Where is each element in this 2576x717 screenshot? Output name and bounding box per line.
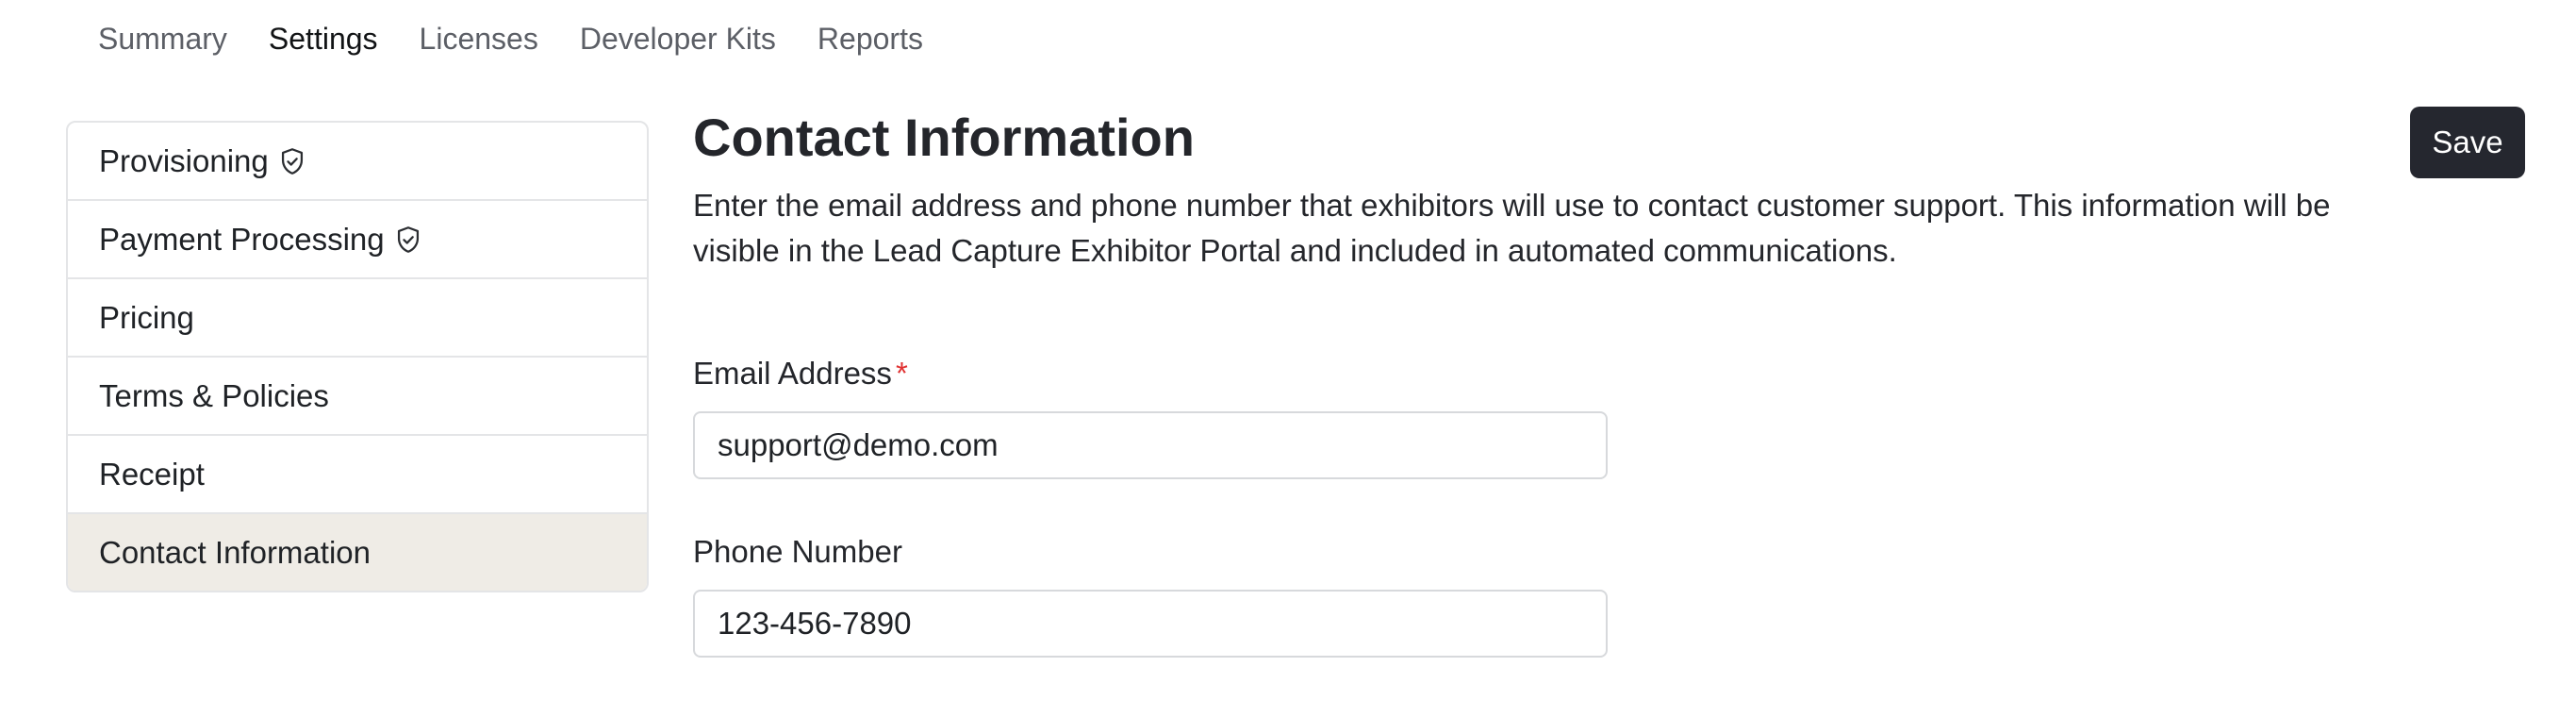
phone-label: Phone Number	[693, 534, 902, 569]
save-button[interactable]: Save	[2410, 107, 2525, 178]
email-label: Email Address *	[693, 355, 1608, 392]
tab-reports[interactable]: Reports	[797, 15, 944, 62]
sidebar-item-provisioning[interactable]: Provisioning	[68, 123, 647, 201]
contact-information-panel: Contact Information Enter the email addr…	[693, 104, 2353, 274]
tab-developer-kits[interactable]: Developer Kits	[559, 15, 797, 62]
tab-settings[interactable]: Settings	[248, 15, 399, 62]
shield-check-icon	[276, 145, 308, 177]
required-marker: *	[895, 356, 908, 391]
sidebar-item-payment-processing[interactable]: Payment Processing	[68, 201, 647, 279]
page-description: Enter the email address and phone number…	[693, 188, 2331, 268]
sidebar-item-label: Payment Processing	[99, 221, 385, 257]
sidebar-item-label: Contact Information	[99, 534, 371, 570]
tab-licenses[interactable]: Licenses	[399, 15, 559, 62]
email-label-text: Email Address	[693, 356, 892, 391]
tab-summary[interactable]: Summary	[77, 15, 248, 62]
phone-field[interactable]	[693, 590, 1608, 658]
email-field[interactable]	[693, 411, 1608, 479]
sidebar-item-pricing[interactable]: Pricing	[68, 279, 647, 358]
sidebar-item-terms-policies[interactable]: Terms & Policies	[68, 358, 647, 436]
top-tab-bar: Summary Settings Licenses Developer Kits…	[77, 15, 944, 62]
page-title: Contact Information	[693, 108, 1195, 167]
shield-check-icon	[392, 224, 424, 256]
email-field-group: Email Address *	[693, 355, 1608, 479]
sidebar-item-label: Pricing	[99, 299, 194, 335]
sidebar-item-receipt[interactable]: Receipt	[68, 436, 647, 514]
phone-field-group: Phone Number	[693, 533, 1608, 658]
sidebar-item-label: Terms & Policies	[99, 377, 329, 413]
sidebar-item-label: Receipt	[99, 456, 205, 492]
sidebar-item-contact-information[interactable]: Contact Information	[68, 514, 647, 591]
sidebar-item-label: Provisioning	[99, 142, 269, 178]
settings-sidebar: Provisioning Payment Processing Pricing …	[66, 121, 649, 592]
